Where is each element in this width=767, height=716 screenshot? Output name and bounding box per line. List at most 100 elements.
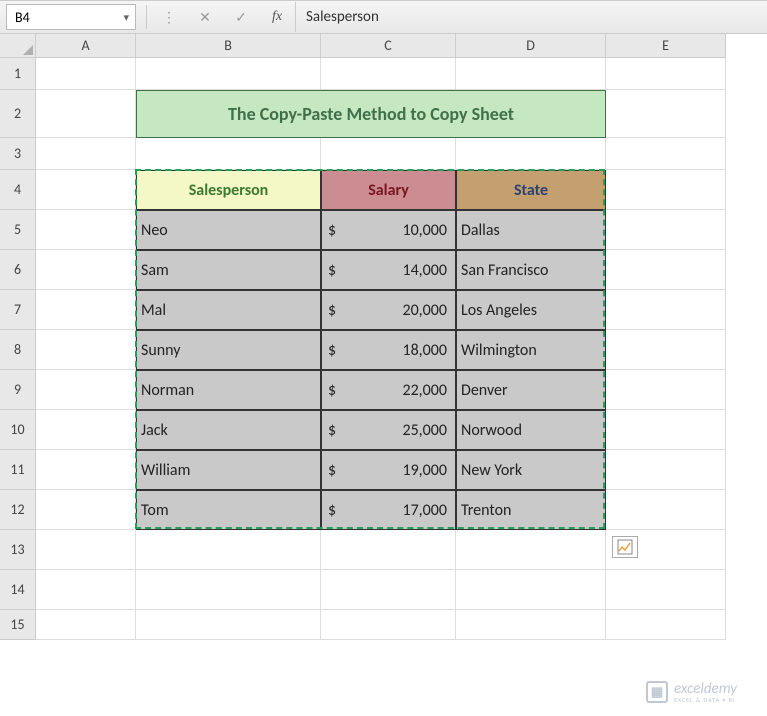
data-cell-name[interactable]: Sunny: [136, 330, 321, 370]
cell[interactable]: [456, 138, 606, 170]
column-header[interactable]: E: [606, 34, 726, 58]
header-salesperson[interactable]: Salesperson: [136, 170, 321, 210]
row-header[interactable]: 6: [0, 250, 36, 290]
row-header[interactable]: 7: [0, 290, 36, 330]
header-salary[interactable]: Salary: [321, 170, 456, 210]
row-header[interactable]: 15: [0, 610, 36, 640]
column-header[interactable]: A: [36, 34, 136, 58]
title-cell[interactable]: The Copy-Paste Method to Copy Sheet: [136, 90, 606, 138]
data-cell-salary[interactable]: $19,000: [321, 450, 456, 490]
data-cell-state[interactable]: Dallas: [456, 210, 606, 250]
cell[interactable]: [36, 490, 136, 530]
data-cell-state[interactable]: San Francisco: [456, 250, 606, 290]
cell[interactable]: [606, 138, 726, 170]
data-cell-name[interactable]: Norman: [136, 370, 321, 410]
data-cell-name[interactable]: Sam: [136, 250, 321, 290]
cell[interactable]: [606, 90, 726, 138]
cell[interactable]: [36, 450, 136, 490]
row-header[interactable]: 11: [0, 450, 36, 490]
cell[interactable]: [606, 450, 726, 490]
cell[interactable]: [606, 290, 726, 330]
cell[interactable]: [321, 530, 456, 570]
cell[interactable]: [36, 530, 136, 570]
column-header[interactable]: B: [136, 34, 321, 58]
cell[interactable]: [36, 570, 136, 610]
cell[interactable]: [36, 250, 136, 290]
row-header[interactable]: 8: [0, 330, 36, 370]
cancel-icon[interactable]: ✕: [193, 5, 217, 29]
data-cell-name[interactable]: Tom: [136, 490, 321, 530]
cell[interactable]: [606, 210, 726, 250]
row-header[interactable]: 3: [0, 138, 36, 170]
data-cell-state[interactable]: Trenton: [456, 490, 606, 530]
data-cell-salary[interactable]: $25,000: [321, 410, 456, 450]
data-cell-salary[interactable]: $20,000: [321, 290, 456, 330]
fx-icon[interactable]: fx: [265, 5, 289, 29]
cell[interactable]: [456, 58, 606, 90]
header-state[interactable]: State: [456, 170, 606, 210]
cell[interactable]: [136, 530, 321, 570]
row-header[interactable]: 12: [0, 490, 36, 530]
data-cell-salary[interactable]: $17,000: [321, 490, 456, 530]
data-cell-salary[interactable]: $18,000: [321, 330, 456, 370]
cell[interactable]: [456, 610, 606, 640]
enter-icon[interactable]: ✓: [229, 5, 253, 29]
quick-analysis-icon: [617, 539, 633, 555]
data-cell-state[interactable]: Wilmington: [456, 330, 606, 370]
data-cell-name[interactable]: Jack: [136, 410, 321, 450]
column-header[interactable]: D: [456, 34, 606, 58]
column-header[interactable]: C: [321, 34, 456, 58]
cell[interactable]: [606, 610, 726, 640]
data-cell-name[interactable]: William: [136, 450, 321, 490]
data-cell-state[interactable]: Norwood: [456, 410, 606, 450]
cell[interactable]: [136, 58, 321, 90]
cell[interactable]: [36, 170, 136, 210]
cell[interactable]: [606, 410, 726, 450]
cell[interactable]: [321, 610, 456, 640]
cell[interactable]: [36, 610, 136, 640]
row-header[interactable]: 1: [0, 58, 36, 90]
select-all-triangle[interactable]: [0, 34, 36, 58]
cell[interactable]: [136, 570, 321, 610]
cell[interactable]: [36, 290, 136, 330]
cell[interactable]: [36, 210, 136, 250]
cell[interactable]: [456, 570, 606, 610]
quick-analysis-button[interactable]: [612, 536, 638, 558]
data-cell-name[interactable]: Mal: [136, 290, 321, 330]
cell[interactable]: [321, 138, 456, 170]
cell[interactable]: [36, 138, 136, 170]
data-cell-salary[interactable]: $10,000: [321, 210, 456, 250]
cell[interactable]: [606, 170, 726, 210]
data-cell-salary[interactable]: $14,000: [321, 250, 456, 290]
row-header[interactable]: 2: [0, 90, 36, 138]
cell[interactable]: [321, 570, 456, 610]
cell[interactable]: [36, 90, 136, 138]
row-header[interactable]: 13: [0, 530, 36, 570]
cell[interactable]: [36, 370, 136, 410]
cell[interactable]: [36, 410, 136, 450]
row-header[interactable]: 10: [0, 410, 36, 450]
cell[interactable]: [321, 58, 456, 90]
data-cell-state[interactable]: Los Angeles: [456, 290, 606, 330]
row-header[interactable]: 4: [0, 170, 36, 210]
cell[interactable]: [606, 58, 726, 90]
cell[interactable]: [36, 58, 136, 90]
row-header[interactable]: 9: [0, 370, 36, 410]
cell[interactable]: [606, 330, 726, 370]
cell[interactable]: [136, 610, 321, 640]
cell[interactable]: [606, 570, 726, 610]
data-cell-name[interactable]: Neo: [136, 210, 321, 250]
cell[interactable]: [456, 530, 606, 570]
row-header[interactable]: 14: [0, 570, 36, 610]
data-cell-state[interactable]: New York: [456, 450, 606, 490]
cell[interactable]: [606, 370, 726, 410]
row-header[interactable]: 5: [0, 210, 36, 250]
cell[interactable]: [36, 330, 136, 370]
cell[interactable]: [606, 250, 726, 290]
cell[interactable]: [606, 490, 726, 530]
data-cell-state[interactable]: Denver: [456, 370, 606, 410]
cell[interactable]: [136, 138, 321, 170]
formula-text[interactable]: Salesperson: [296, 8, 767, 26]
name-box[interactable]: B4: [6, 4, 136, 30]
data-cell-salary[interactable]: $22,000: [321, 370, 456, 410]
